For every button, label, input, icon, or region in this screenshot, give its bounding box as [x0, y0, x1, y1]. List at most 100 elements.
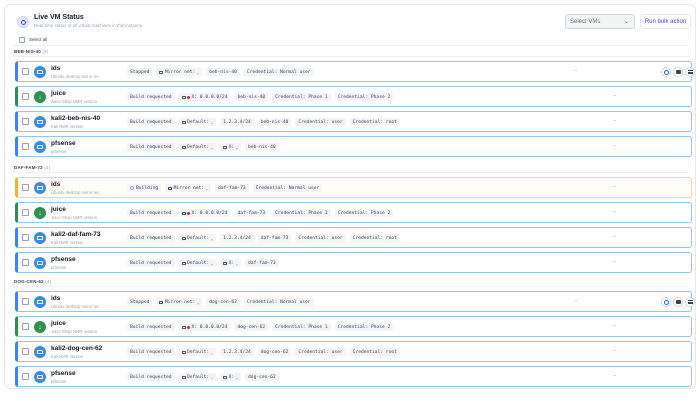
- history-button[interactable]: [661, 67, 671, 77]
- vm-pills: Building Mirror net: ⌄ daf-fam-73 Credential…: [127, 183, 323, 193]
- network-select[interactable]: X: ⌄: [220, 373, 242, 381]
- run-bulk-action-button[interactable]: Run bulk action: [640, 14, 691, 29]
- chevron-down-icon: ⌄: [210, 119, 214, 125]
- network-select[interactable]: X: ⌄: [220, 259, 242, 267]
- list-icon: [687, 70, 693, 74]
- vm-name: pfsense: [51, 370, 76, 377]
- network-select[interactable]: Default: ⌄: [178, 118, 217, 126]
- monitor-icon: [34, 141, 46, 153]
- vm-pills: Build requested Default: ⌄ X: ⌄ beb-nis-40: [127, 142, 279, 152]
- vm-card[interactable]: pfsense pfSense Build requested Default: ⌄ X:…: [15, 366, 692, 387]
- vm-info-pill: daf-fam-73: [257, 234, 292, 242]
- snapshot-button[interactable]: [673, 67, 683, 77]
- network-select[interactable]: Default: ⌄: [178, 234, 217, 242]
- pill-text: Credential: Phase 2: [337, 210, 391, 216]
- pill-text: Credential: root: [352, 119, 397, 125]
- vm-pills: Build requested Default: ⌄ 1.2.3.4/24 daf-fa…: [127, 233, 400, 243]
- vm-checkbox[interactable]: [22, 118, 29, 125]
- network-select[interactable]: Default: ⌄: [178, 348, 217, 356]
- chevron-down-icon: ⌄: [210, 260, 214, 266]
- status-icon: [17, 16, 29, 28]
- vm-checkbox[interactable]: [22, 93, 29, 100]
- network-select[interactable]: Mirror net: ⌄: [156, 298, 203, 306]
- vm-info-pill: X: 0.0.0.0/24: [178, 323, 231, 331]
- pill-text: Credential: Normal user: [246, 69, 311, 75]
- network-select[interactable]: Default: ⌄: [178, 259, 217, 267]
- select-vms-dropdown[interactable]: Select VMs ⌄: [565, 14, 635, 29]
- vm-pills: Build requested Default: ⌄ X: ⌄ daf-fam-73: [127, 258, 279, 268]
- vm-checkbox[interactable]: [22, 259, 29, 266]
- vm-checkbox[interactable]: [22, 298, 29, 305]
- pill-text: daf-fam-73: [218, 185, 246, 191]
- vm-status-panel: Live VM Status Real-time status of all v…: [4, 4, 696, 389]
- details-button[interactable]: [685, 67, 695, 77]
- select-all-checkbox[interactable]: [19, 37, 25, 43]
- vm-name: juice: [51, 320, 66, 327]
- vm-name: ids: [51, 181, 61, 188]
- pill-text: dog-cen-62: [260, 349, 289, 355]
- vm-checkbox[interactable]: [22, 323, 29, 330]
- vm-info-pill: dog-cen-62: [257, 348, 292, 356]
- error-icon: [187, 95, 190, 99]
- pill-text: X:: [228, 144, 235, 150]
- vm-card[interactable]: pfsense pfSense Build requested Default: ⌄ X:…: [15, 252, 692, 273]
- pill-text: Mirror net:: [173, 185, 205, 191]
- vm-info-pill: Credential: Normal user: [243, 68, 314, 76]
- vm-card[interactable]: kali2-beb-nis-40 Kali NMR version Build re…: [15, 111, 692, 132]
- vm-status-text: Build requested: [130, 119, 172, 125]
- group-name: DAF-FAM-73: [14, 165, 43, 170]
- pill-text: Credential: user: [298, 349, 343, 355]
- vm-status-text: Building: [136, 185, 159, 191]
- vm-card[interactable]: kali2-daf-fam-73 Kali NMR version Build re…: [15, 227, 692, 248]
- group-divider: [13, 286, 689, 287]
- vm-status-text: Build requested: [130, 210, 172, 216]
- vm-name: kali2-beb-nis-40: [51, 115, 101, 122]
- vm-name: ids: [51, 65, 61, 72]
- history-button[interactable]: [661, 297, 671, 307]
- network-select[interactable]: Default: ⌄: [178, 143, 217, 151]
- vm-card[interactable]: ↓ juice Juice Shop NMR version Build reques…: [15, 316, 692, 337]
- group-title: DAF-FAM-73 (4): [14, 165, 50, 170]
- pill-text: Credential: Normal user: [255, 185, 320, 191]
- vm-info-pill: beb-nis-40: [234, 93, 269, 101]
- vm-checkbox[interactable]: [22, 68, 29, 75]
- vm-card[interactable]: kali2-dog-cen-62 Kali NMR version Build re…: [15, 341, 692, 362]
- pill-text: X:: [228, 260, 235, 266]
- network-icon: [181, 261, 186, 265]
- vm-card[interactable]: ↓ juice Juice Shop NMR version Build reques…: [15, 86, 692, 107]
- vm-checkbox[interactable]: [22, 373, 29, 380]
- vm-checkbox[interactable]: [22, 234, 29, 241]
- vm-card[interactable]: ↓ juice Juice Shop NMR version Build reques…: [15, 202, 692, 223]
- network-select[interactable]: Default: ⌄: [178, 373, 217, 381]
- vm-checkbox[interactable]: [22, 209, 29, 216]
- network-icon: [181, 350, 186, 354]
- vm-checkbox[interactable]: [22, 184, 29, 191]
- vm-status-badge: Build requested: [127, 143, 175, 151]
- camera-icon: [675, 70, 681, 74]
- vm-info-pill: Credential: user: [295, 234, 346, 242]
- chevron-down-icon: ⌄: [210, 144, 214, 150]
- network-select[interactable]: Mirror net: ⌄: [165, 184, 211, 192]
- monitor-icon: [34, 371, 46, 383]
- vm-card[interactable]: pfsense pfSense Build requested Default: ⌄ X:…: [15, 136, 692, 157]
- vm-card[interactable]: ids Ubuntu desktop mirror rec Stopped Mirro…: [15, 61, 695, 82]
- vm-info-pill: Credential: Normal user: [243, 298, 314, 306]
- details-button[interactable]: [685, 297, 695, 307]
- vm-name: juice: [51, 90, 66, 97]
- pill-text: Default:: [187, 260, 210, 266]
- vm-description: Juice Shop NMR version: [51, 329, 98, 334]
- network-icon: [181, 95, 186, 99]
- vm-card[interactable]: ids Ubuntu desktop mirror rec Stopped Mirro…: [15, 291, 695, 312]
- vm-card[interactable]: ids Ubuntu desktop mirror rec Building Mirr…: [15, 177, 692, 198]
- vm-info-pill: beb-nis-40: [206, 68, 240, 76]
- network-select[interactable]: X: ⌄: [220, 143, 242, 151]
- group-count: (4): [45, 279, 52, 284]
- pill-text: Credential: user: [298, 235, 343, 241]
- vm-info-pill: 1.2.3.4/24: [220, 348, 254, 356]
- network-icon: [159, 70, 164, 74]
- vm-checkbox[interactable]: [22, 348, 29, 355]
- network-select[interactable]: Mirror net: ⌄: [156, 68, 203, 76]
- pill-text: dog-cen-62: [209, 299, 237, 305]
- vm-checkbox[interactable]: [22, 143, 29, 150]
- snapshot-button[interactable]: [673, 297, 683, 307]
